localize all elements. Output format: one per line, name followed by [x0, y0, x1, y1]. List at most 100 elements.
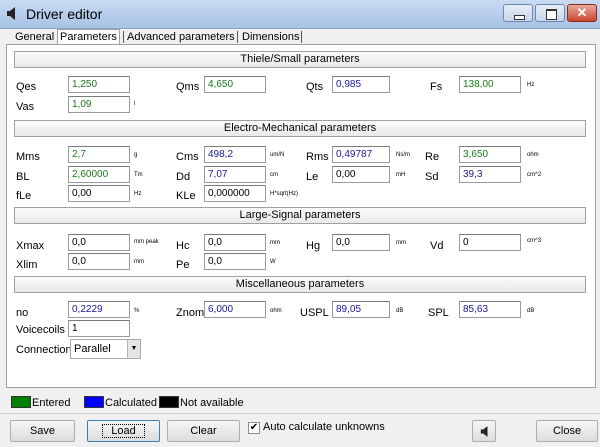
maximize-button[interactable]: [535, 4, 565, 22]
rms-unit: Ns/m: [396, 152, 410, 158]
spl-label: SPL: [428, 307, 449, 319]
legend-swatch-entered: [11, 396, 31, 408]
tab-general[interactable]: General: [13, 30, 56, 44]
vas-unit: l: [134, 101, 136, 107]
tab-separator: [301, 31, 302, 43]
minimize-button[interactable]: [503, 4, 533, 22]
tab-separator: [123, 31, 124, 43]
spl-field[interactable]: 85,63: [459, 301, 521, 318]
le-label: Le: [306, 171, 319, 183]
bl-unit: Tm: [134, 172, 143, 178]
sd-field[interactable]: 39,3: [459, 166, 521, 183]
tab-parameters[interactable]: Parameters: [57, 29, 120, 45]
uspl-field[interactable]: 89,05: [332, 301, 390, 318]
legend-swatch-not-available: [159, 396, 179, 408]
re-unit: ohm: [527, 152, 539, 158]
legend-calculated-label: Calculated: [105, 397, 157, 409]
qes-field[interactable]: 1,250: [68, 76, 130, 93]
kle-field[interactable]: 0,000000: [204, 185, 266, 202]
hc-field[interactable]: 0,0: [204, 234, 266, 251]
re-field[interactable]: 3,650: [459, 146, 521, 163]
znom-field[interactable]: 6,000: [204, 301, 266, 318]
sd-label: Sd: [425, 171, 439, 183]
tab-advanced-parameters[interactable]: Advanced parameters: [125, 30, 237, 44]
legend-swatch-calculated: [84, 396, 104, 408]
chevron-down-icon: ▼: [127, 340, 140, 358]
auto-calculate-checkbox[interactable]: ✔: [248, 422, 260, 434]
vas-field[interactable]: 1,09: [68, 96, 130, 113]
load-button[interactable]: Load: [87, 420, 160, 442]
qts-label: Qts: [306, 81, 324, 93]
vd-label: Vd: [430, 240, 444, 252]
dd-unit: cm: [270, 172, 278, 178]
cms-label: Cms: [176, 151, 199, 163]
speaker-button[interactable]: [472, 420, 496, 442]
cms-field[interactable]: 498,2: [204, 146, 266, 163]
vd-unit: cm^3: [527, 238, 542, 244]
le-unit: mH: [396, 172, 406, 178]
tab-separator: [237, 31, 238, 43]
close-button[interactable]: Close: [536, 420, 598, 442]
qts-field[interactable]: 0,985: [332, 76, 390, 93]
qes-label: Qes: [16, 81, 37, 93]
hc-unit: mm: [270, 240, 280, 246]
dd-field[interactable]: 7,07: [204, 166, 266, 183]
close-window-button[interactable]: ✕: [567, 4, 597, 22]
xmax-field[interactable]: 0,0: [68, 234, 130, 251]
spl-unit: dB: [527, 308, 535, 314]
hg-label: Hg: [306, 240, 321, 252]
fs-unit: Hz: [527, 82, 535, 88]
speaker-icon: [480, 426, 488, 437]
clear-button[interactable]: Clear: [167, 420, 240, 442]
qms-field[interactable]: 4,650: [204, 76, 266, 93]
xlim-unit: mm: [134, 259, 144, 265]
save-button[interactable]: Save: [10, 420, 75, 442]
fs-field[interactable]: 138,00: [459, 76, 521, 93]
mms-unit: g: [134, 152, 138, 158]
rms-label: Rms: [306, 151, 329, 163]
connection-select[interactable]: Parallel ▼: [70, 339, 141, 359]
xmax-label: Xmax: [16, 240, 45, 252]
pe-field[interactable]: 0,0: [204, 253, 266, 270]
bl-label: BL: [16, 171, 30, 183]
kle-label: KLe: [176, 190, 196, 202]
znom-unit: ohm: [270, 308, 282, 314]
dd-label: Dd: [176, 171, 191, 183]
re-label: Re: [425, 151, 440, 163]
bl-field[interactable]: 2,60000: [68, 166, 130, 183]
xlim-label: Xlim: [16, 259, 38, 271]
sd-unit: cm^2: [527, 172, 542, 178]
xlim-field[interactable]: 0,0: [68, 253, 130, 270]
fle-unit: Hz: [134, 191, 142, 197]
rms-field[interactable]: 0,49787: [332, 146, 390, 163]
section-header-large-signal: Large-Signal parameters: [14, 207, 586, 224]
qms-label: Qms: [176, 81, 200, 93]
pe-label: Pe: [176, 259, 190, 271]
load-button-label: Load: [102, 424, 145, 438]
znom-label: Znom: [176, 307, 205, 319]
tab-dimensions[interactable]: Dimensions: [240, 30, 301, 44]
vd-field[interactable]: 0: [459, 234, 521, 251]
legend-not-available-label: Not available: [180, 397, 244, 409]
voicecoils-field[interactable]: 1: [68, 320, 130, 337]
fle-field[interactable]: 0,00: [68, 185, 130, 202]
section-header-miscellaneous: Miscellaneous parameters: [14, 276, 586, 293]
le-field[interactable]: 0,00: [332, 166, 390, 183]
hg-unit: mm: [396, 240, 406, 246]
cms-unit: um/N: [270, 152, 285, 158]
vas-label: Vas: [16, 101, 35, 113]
no-field[interactable]: 0,2229: [68, 301, 130, 318]
section-header-electro-mechanical: Electro-Mechanical parameters: [14, 120, 586, 137]
hg-field[interactable]: 0,0: [332, 234, 390, 251]
connection-label: Connection: [16, 344, 72, 356]
section-header-thiele-small: Thiele/Small parameters: [14, 51, 586, 68]
auto-calculate-label: Auto calculate unknowns: [263, 421, 385, 433]
uspl-label: USPL: [300, 307, 329, 319]
fs-label: Fs: [430, 81, 443, 93]
divider: [0, 413, 600, 414]
no-label: no: [16, 307, 29, 319]
window-title: Driver editor: [26, 6, 103, 22]
mms-field[interactable]: 2,7: [68, 146, 130, 163]
speaker-icon: [7, 7, 15, 20]
xmax-unit: mm peak: [134, 239, 159, 245]
